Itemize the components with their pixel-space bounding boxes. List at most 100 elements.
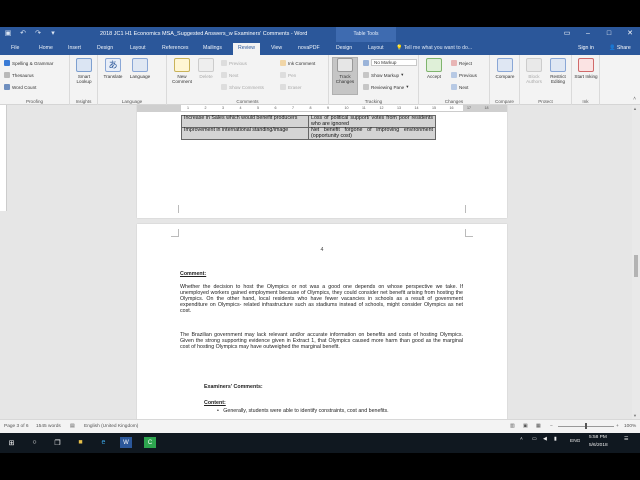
minimize-button[interactable]: – — [584, 30, 592, 38]
accept-button[interactable]: Accept — [422, 58, 446, 79]
scroll-up-icon[interactable]: ▲ — [633, 106, 637, 111]
tab-home[interactable]: Home — [39, 45, 53, 51]
comment-heading: Comment: — [180, 271, 207, 277]
close-button[interactable]: ✕ — [626, 30, 634, 38]
accept-icon — [426, 58, 442, 72]
show-comments-button[interactable]: Show Comments — [221, 84, 264, 90]
tab-references[interactable]: References — [162, 45, 189, 51]
reject-button[interactable]: Reject — [451, 60, 472, 66]
track-changes-button[interactable]: Track Changes — [332, 57, 358, 95]
group-ink: Start Inking Ink — [572, 55, 600, 105]
clock-date[interactable]: 5/6/2018 — [589, 443, 608, 448]
eraser-button[interactable]: Eraser — [280, 84, 302, 90]
zoom-out-icon[interactable]: − — [550, 424, 553, 429]
zoom-in-icon[interactable]: + — [616, 424, 619, 429]
tab-file[interactable]: File — [11, 45, 19, 51]
table-cell[interactable]: Improvement in international standing/im… — [181, 127, 309, 140]
word-count[interactable]: 1545 words — [36, 424, 61, 429]
undo-icon[interactable]: ↶ — [19, 30, 27, 38]
table-cell[interactable]: Increase in Sales which would benefit pr… — [181, 115, 309, 128]
zoom-level[interactable]: 100% — [624, 424, 636, 429]
table-cell[interactable]: Loss of political support/ votes from po… — [308, 115, 436, 128]
next-change-button[interactable]: Next — [451, 84, 468, 90]
input-language[interactable]: ENG — [570, 439, 580, 444]
language-button[interactable]: Language — [127, 58, 153, 79]
spelling-grammar-button[interactable]: Spelling & Grammar — [4, 60, 53, 66]
green-app-icon[interactable]: C — [144, 437, 156, 448]
previous-change-button[interactable]: Previous — [451, 72, 477, 78]
edge-browser-icon[interactable]: e — [98, 437, 109, 448]
tell-me-search[interactable]: 💡 Tell me what you want to do... — [396, 45, 472, 51]
next-comment-icon — [221, 72, 227, 78]
tab-insert[interactable]: Insert — [68, 45, 81, 51]
windows-start-icon[interactable]: ⊞ — [6, 437, 17, 448]
collapse-ribbon-icon[interactable]: ˄ — [633, 96, 636, 102]
tab-novapdf[interactable]: novaPDF — [298, 45, 320, 51]
thesaurus-button[interactable]: Thesaurus — [4, 72, 34, 78]
translate-button[interactable]: あ Translate — [100, 58, 126, 79]
previous-comment-button[interactable]: Previous — [221, 60, 247, 66]
ink-comment-button[interactable]: Ink Comment — [280, 60, 315, 66]
tray-chevron-icon[interactable]: ˄ — [520, 437, 523, 442]
battery-icon[interactable]: ▮ — [554, 437, 557, 442]
table-cell[interactable]: Net benefit forgone of improving environ… — [308, 127, 436, 140]
start-inking-button[interactable]: Start Inking — [574, 58, 598, 79]
web-layout-icon[interactable]: ▦ — [536, 424, 541, 429]
proofing-status-icon[interactable]: ▤ — [70, 424, 75, 429]
document-title: 2018 JC1 H1 Economics MSA_Suggested Answ… — [100, 31, 308, 37]
page-count[interactable]: Page 3 of 6 — [4, 424, 29, 429]
file-explorer-icon[interactable]: ■ — [75, 437, 86, 448]
scrollbar-thumb[interactable] — [634, 255, 638, 277]
tab-table-layout[interactable]: Layout — [368, 45, 384, 51]
sign-in-link[interactable]: Sign in — [578, 45, 594, 51]
tab-layout[interactable]: Layout — [130, 45, 146, 51]
compare-button[interactable]: Compare — [493, 58, 517, 79]
task-view-icon[interactable]: ❐ — [52, 437, 63, 448]
redo-icon[interactable]: ↷ — [34, 30, 42, 38]
customize-qat-icon[interactable]: ▾ — [49, 30, 57, 38]
scroll-down-icon[interactable]: ▼ — [633, 413, 637, 418]
next-comment-button[interactable]: Next — [221, 72, 238, 78]
document-area[interactable]: Increase in Sales which would benefit pr… — [0, 105, 632, 419]
cost-benefit-table[interactable]: Increase in Sales which would benefit pr… — [181, 115, 436, 140]
title-bar: ▣ ↶ ↷ ▾ 2018 JC1 H1 Economics MSA_Sugges… — [0, 27, 640, 42]
tab-mailings[interactable]: Mailings — [203, 45, 222, 51]
tab-table-design[interactable]: Design — [336, 45, 352, 51]
save-icon[interactable]: ▣ — [4, 30, 12, 38]
ruler-number: 15 — [432, 106, 436, 110]
ribbon-display-options-icon[interactable]: ▭ — [563, 30, 571, 38]
pen-button[interactable]: Pen — [280, 72, 296, 78]
reviewing-pane-button[interactable]: Reviewing Pane ▾ — [363, 84, 409, 90]
restrict-editing-button[interactable]: Restrict Editing — [546, 58, 570, 85]
search-icon[interactable]: ○ — [29, 437, 40, 448]
volume-icon[interactable]: ◀ — [543, 437, 547, 442]
markup-display-dropdown[interactable]: No Markup — [363, 59, 417, 66]
network-icon[interactable]: ▭ — [532, 437, 537, 442]
read-mode-icon[interactable]: ▥ — [510, 424, 515, 429]
zoom-slider-thumb[interactable] — [585, 423, 587, 429]
clock-time[interactable]: 5:58 PM — [589, 435, 607, 440]
group-comments: New Comment Delete Previous Next Show Co… — [167, 55, 329, 105]
group-language: あ Translate Language Language — [98, 55, 167, 105]
ruler-number: 14 — [414, 106, 419, 110]
maximize-button[interactable]: □ — [605, 30, 613, 38]
show-markup-label: Show Markup — [371, 72, 400, 78]
ruler-number: 3 — [222, 106, 224, 110]
delete-comment-button[interactable]: Delete — [195, 58, 217, 79]
thesaurus-label: Thesaurus — [12, 72, 34, 78]
word-taskbar-icon[interactable]: W — [120, 437, 132, 448]
print-layout-icon[interactable]: ▣ — [523, 424, 528, 429]
tab-view[interactable]: View — [271, 45, 282, 51]
vertical-scrollbar[interactable]: ▲ ▼ — [632, 105, 640, 419]
horizontal-ruler[interactable]: 1 2 3 4 5 6 7 8 9 10 11 12 13 14 15 16 17 18 — [137, 105, 507, 112]
tab-design[interactable]: Design — [97, 45, 113, 51]
share-button[interactable]: 👤 Share — [609, 45, 631, 51]
word-count-button[interactable]: Word Count — [4, 84, 36, 90]
notifications-icon[interactable]: ☰ — [624, 437, 628, 442]
language-status[interactable]: English (United Kingdom) — [84, 424, 138, 429]
new-comment-button[interactable]: New Comment — [170, 58, 194, 85]
show-markup-button[interactable]: Show Markup ▾ — [363, 72, 403, 78]
smart-lookup-button[interactable]: Smart Lookup — [73, 58, 95, 85]
tab-review[interactable]: Review — [233, 43, 261, 55]
block-authors-button[interactable]: Block Authors — [522, 58, 546, 85]
